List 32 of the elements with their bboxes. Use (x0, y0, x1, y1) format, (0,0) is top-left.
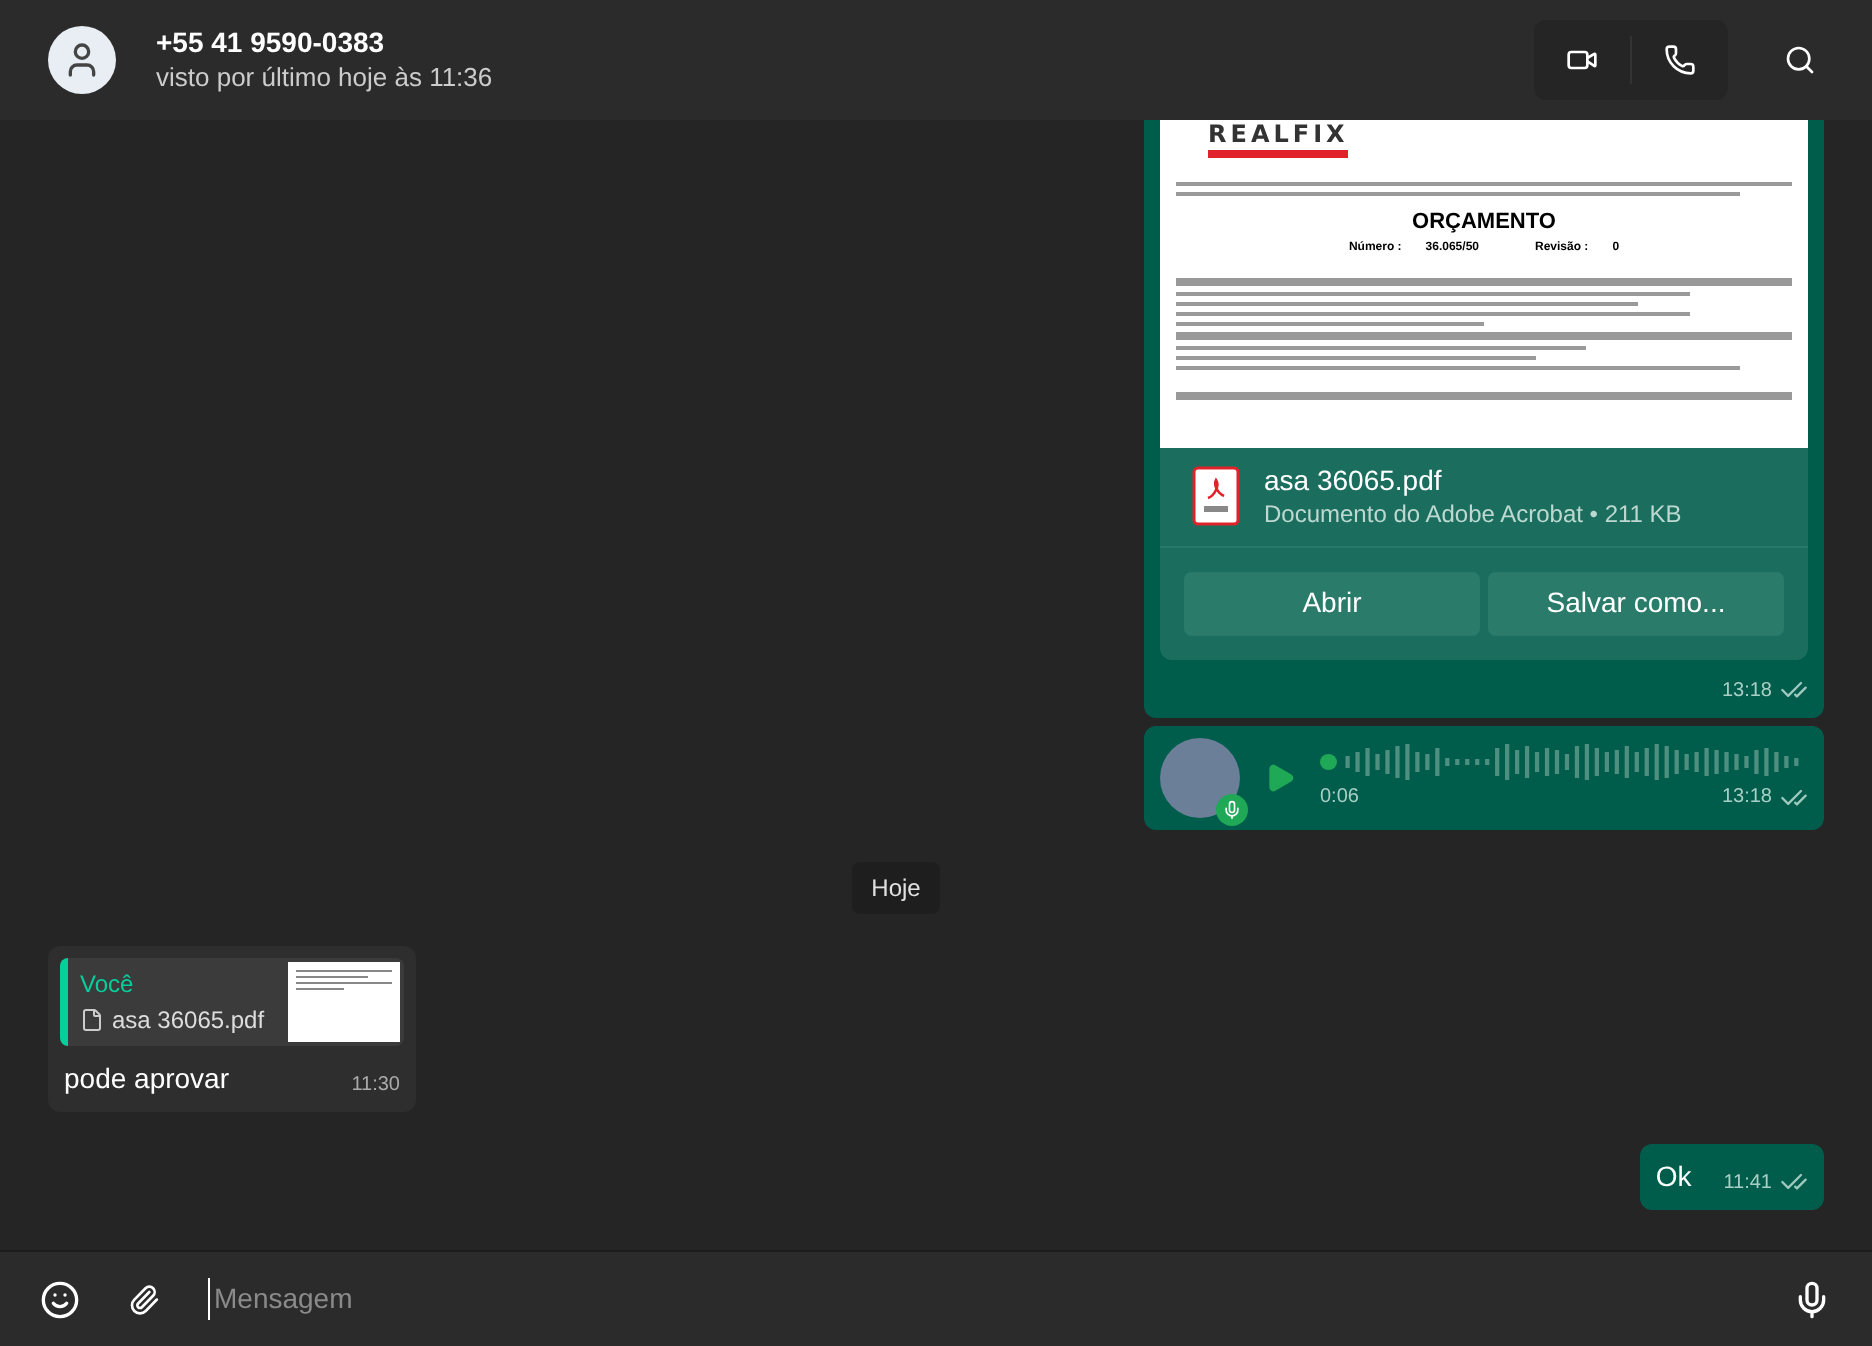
document-title: ORÇAMENTO (1412, 212, 1556, 234)
last-seen-status: visto por último hoje às 11:36 (156, 61, 495, 94)
message-time: 13:18 (1721, 784, 1772, 812)
quote-file-name: asa 36065.pdf (112, 1003, 265, 1037)
message-time: 13:18 (1721, 677, 1772, 705)
document-logo: REALFIX (1208, 120, 1349, 158)
read-checkmarks-icon (1780, 676, 1808, 704)
document-thumbnail (288, 961, 400, 1041)
play-button[interactable] (1264, 761, 1296, 793)
message-time: 11:30 (351, 1071, 400, 1099)
attach-button[interactable] (128, 1283, 160, 1315)
quoted-message[interactable]: Você asa 36065.pdf (60, 957, 404, 1045)
document-action-button[interactable]: Salvar como... (1488, 571, 1784, 635)
quote-author: Você (80, 967, 136, 1001)
file-name: asa 36065.pdf (1264, 464, 1444, 499)
phone-icon (1664, 44, 1696, 76)
message-time: 11:41 (1723, 1169, 1772, 1197)
pdf-file-icon (1192, 466, 1240, 527)
message-input[interactable]: Mensagem (208, 1278, 1744, 1320)
document-action-button[interactable]: Abrir (1184, 571, 1480, 635)
message-text: Ok (1655, 1157, 1692, 1195)
avatar-photo (1160, 737, 1240, 817)
contact-avatar[interactable] (48, 26, 116, 94)
file-icon (80, 1007, 104, 1031)
date-separator: Hoje (851, 861, 941, 913)
emoji-button[interactable] (40, 1279, 80, 1319)
file-info: Documento do Adobe Acrobat • 211 KB (1264, 499, 1682, 529)
read-checkmarks-icon (1780, 1168, 1808, 1196)
message-text: pode aprovar (64, 1059, 230, 1098)
microphone-badge (1216, 793, 1248, 825)
contact-name: +55 41 9590-0383 (156, 26, 387, 62)
voice-duration: 0:06 (1320, 784, 1359, 812)
